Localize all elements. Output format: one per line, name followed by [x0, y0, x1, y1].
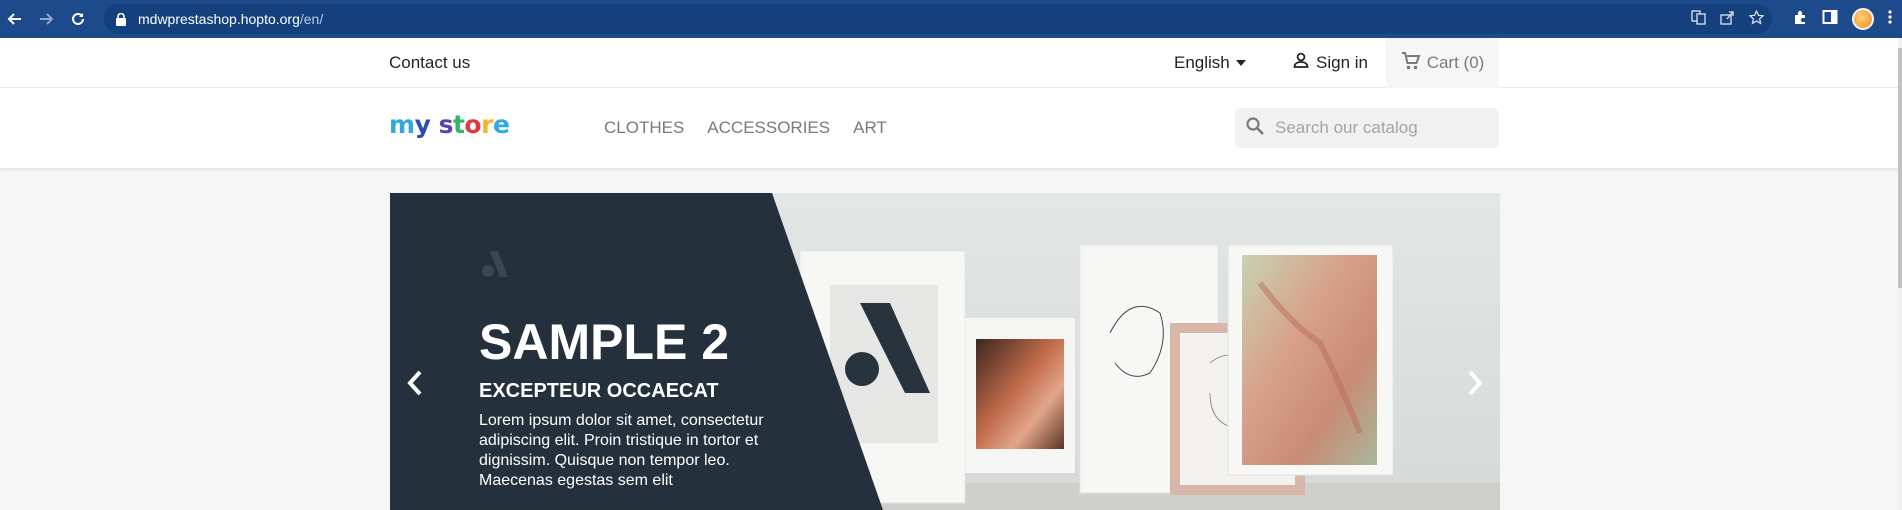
side-panel-icon[interactable]: [1822, 9, 1838, 30]
back-icon[interactable]: [0, 4, 30, 34]
page-scrollbar[interactable]: [1898, 38, 1902, 510]
slide-description: Lorem ipsum dolor sit amet, consectetur …: [479, 412, 764, 489]
cart-label: Cart (0): [1426, 53, 1485, 72]
search-box: [1235, 108, 1499, 148]
menu-item-clothes[interactable]: CLOTHES: [604, 118, 684, 138]
slide-subtitle: EXCEPTEUR OCCAECAT: [479, 380, 719, 402]
logo-letter: s: [438, 110, 454, 139]
carousel-next-button[interactable]: [1460, 363, 1490, 403]
chevron-left-icon: [407, 370, 422, 396]
menu-item-accessories[interactable]: ACCESSORIES: [707, 118, 830, 138]
search-icon[interactable]: [1245, 116, 1265, 141]
caret-down-icon: [1235, 60, 1246, 66]
address-bar[interactable]: mdwprestashop.hopto.org/en/: [104, 4, 1772, 34]
sign-in-link[interactable]: Sign in: [1292, 51, 1368, 74]
logo-letter: t: [452, 110, 465, 139]
forward-icon[interactable]: [31, 4, 61, 34]
top-navigation: Contact us English Sign in Cart (0): [0, 38, 1898, 88]
search-input[interactable]: [1275, 118, 1485, 138]
cart-icon: [1401, 51, 1421, 76]
site-header: my store CLOTHES ACCESSORIES ART: [0, 88, 1898, 168]
scrollbar-thumb[interactable]: [1898, 48, 1902, 288]
translate-icon[interactable]: [1691, 10, 1706, 28]
logo-letter: e: [492, 110, 510, 139]
language-label: English: [1174, 53, 1230, 72]
user-icon: [1292, 51, 1310, 74]
logo-letter: y: [414, 110, 431, 139]
language-selector[interactable]: English: [1174, 53, 1246, 73]
logo-letter: m: [389, 110, 415, 139]
share-icon[interactable]: [1720, 10, 1735, 28]
bookmark-star-icon[interactable]: [1748, 9, 1765, 28]
store-logo[interactable]: my store: [389, 110, 510, 139]
logo-letter: [430, 110, 438, 139]
reload-icon[interactable]: [63, 4, 93, 34]
logo-letter: r: [481, 110, 493, 139]
extensions-icon[interactable]: [1792, 9, 1808, 30]
chevron-right-icon: [1468, 370, 1483, 396]
profile-avatar[interactable]: [1852, 8, 1874, 30]
menu-item-art[interactable]: ART: [853, 118, 887, 138]
lock-icon: [116, 12, 128, 26]
logo-letter: o: [464, 110, 482, 139]
browser-toolbar: mdwprestashop.hopto.org/en/: [0, 0, 1902, 38]
slide-title: SAMPLE 2: [479, 314, 730, 370]
carousel-prev-button[interactable]: [400, 363, 430, 403]
sign-in-label: Sign in: [1316, 52, 1368, 72]
url-path: /en/: [299, 11, 324, 27]
menu-kebab-icon[interactable]: [1888, 9, 1892, 30]
page: Contact us English Sign in Cart (0) my s…: [0, 38, 1902, 510]
contact-us-link[interactable]: Contact us: [389, 53, 470, 73]
homepage-carousel: SAMPLE 2 EXCEPTEUR OCCAECAT Lorem ipsum …: [390, 193, 1500, 510]
cart-button[interactable]: Cart (0): [1386, 38, 1499, 88]
main-menu: CLOTHES ACCESSORIES ART: [604, 118, 887, 138]
slide-brand-icon: [478, 249, 510, 284]
url-host: mdwprestashop.hopto.org: [138, 11, 300, 27]
